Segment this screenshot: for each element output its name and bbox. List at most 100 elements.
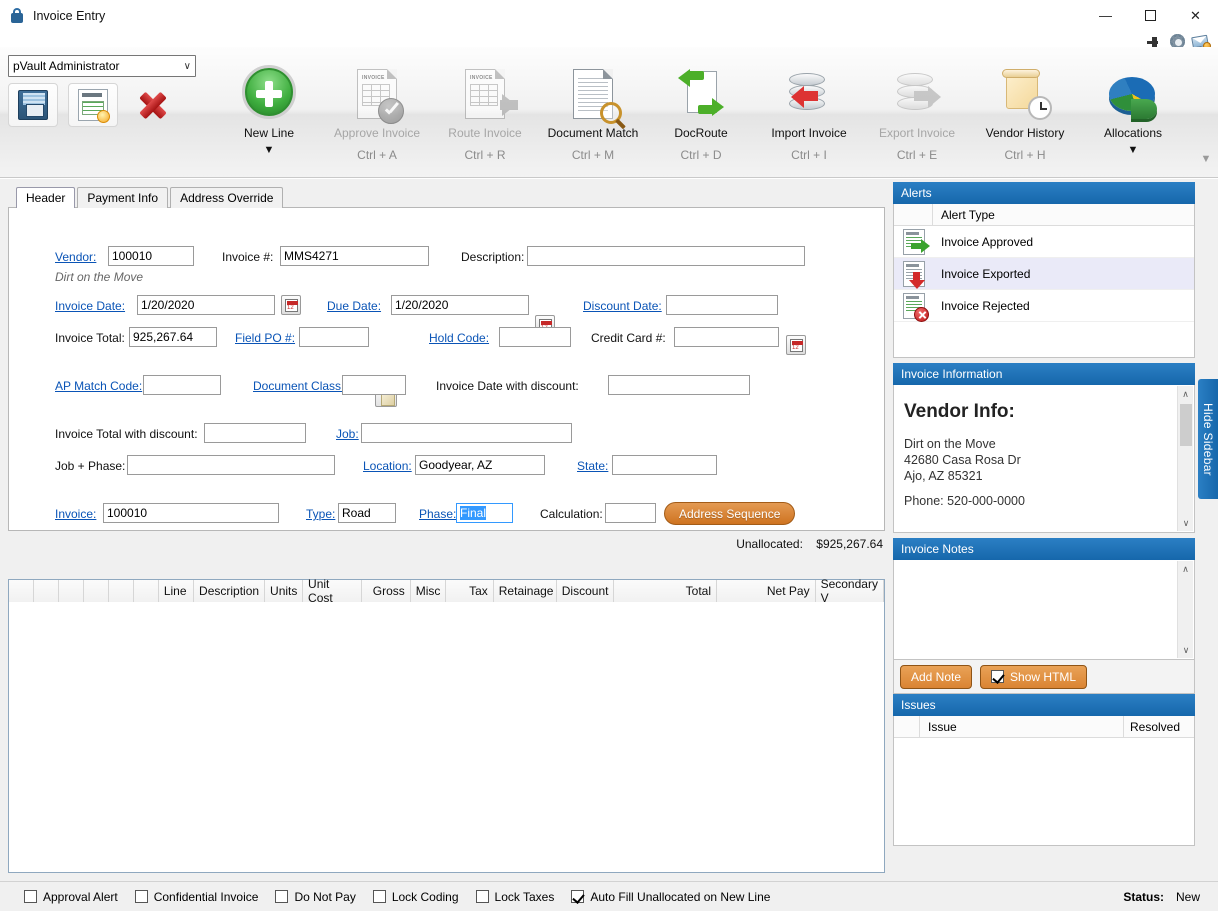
grid-column-header[interactable]: Total	[613, 580, 717, 602]
grid-column-header[interactable]: Retainage	[493, 580, 557, 602]
job-phase-input[interactable]	[127, 455, 335, 475]
status-checkbox-item[interactable]: Do Not Pay	[275, 890, 356, 904]
scroll-down-icon[interactable]: ∨	[1178, 515, 1194, 531]
document-class-input[interactable]	[342, 375, 406, 395]
grid-column-header[interactable]: Units	[265, 580, 304, 602]
discount-date-calendar-icon[interactable]	[786, 335, 806, 355]
checkbox-icon[interactable]	[571, 890, 585, 903]
calculation-input[interactable]	[605, 503, 656, 523]
invoice-date-calendar-icon[interactable]	[281, 295, 301, 315]
show-html-toggle[interactable]: Show HTML	[980, 664, 1088, 689]
checkbox-icon[interactable]	[134, 890, 148, 903]
maximize-button[interactable]	[1128, 0, 1173, 31]
invoice-date-label[interactable]: Invoice Date:	[55, 299, 125, 313]
user-select[interactable]: pVault Administrator ∨	[8, 55, 196, 77]
vendor-input[interactable]: 100010	[108, 246, 194, 266]
job-label[interactable]: Job:	[336, 427, 359, 441]
status-checkbox-item[interactable]: Lock Coding	[372, 890, 459, 904]
due-date-label[interactable]: Due Date:	[327, 299, 381, 313]
minimize-button[interactable]: —	[1083, 0, 1128, 31]
grid-column-spacer[interactable]	[33, 580, 59, 602]
hide-sidebar-button[interactable]: Hide Sidebar	[1198, 379, 1218, 499]
grid-body[interactable]	[9, 602, 884, 872]
vendor-label[interactable]: Vendor:	[55, 250, 96, 264]
ribbon-scroll[interactable]: ▼	[1197, 61, 1215, 165]
scroll-up-icon[interactable]: ∧	[1178, 561, 1193, 577]
checkbox-icon[interactable]	[475, 890, 489, 903]
status-checkbox-item[interactable]: Confidential Invoice	[134, 890, 258, 904]
location-input[interactable]: Goodyear, AZ	[415, 455, 545, 475]
due-date-input[interactable]: 1/20/2020	[391, 295, 529, 315]
grid-column-header[interactable]: Description	[194, 580, 266, 602]
hold-code-label[interactable]: Hold Code:	[429, 331, 489, 345]
grid-column-header[interactable]: Secondary V	[815, 577, 884, 605]
location-label[interactable]: Location:	[363, 459, 412, 473]
close-button[interactable]: ✕	[1173, 0, 1218, 31]
state-input[interactable]	[612, 455, 717, 475]
checkbox-icon[interactable]	[372, 890, 386, 903]
grid-column-spacer[interactable]	[133, 580, 159, 602]
tab-address-override[interactable]: Address Override	[170, 187, 284, 208]
chevron-down-icon[interactable]: ▼	[264, 144, 275, 156]
invoice-total-input[interactable]: 925,267.64	[129, 327, 217, 347]
status-checkbox-item[interactable]: Approval Alert	[24, 890, 118, 904]
description-input[interactable]	[527, 246, 805, 266]
discount-date-input[interactable]	[666, 295, 778, 315]
scroll-down-icon[interactable]: ∨	[1178, 642, 1194, 658]
hold-code-input[interactable]	[499, 327, 571, 347]
ap-match-code-input[interactable]	[143, 375, 221, 395]
add-note-button[interactable]: Add Note	[900, 664, 973, 689]
field-po-label[interactable]: Field PO #:	[235, 331, 295, 345]
field-po-input[interactable]	[299, 327, 369, 347]
alert-row-invoice-exported[interactable]: Invoice Exported	[894, 258, 1194, 290]
grid-column-header[interactable]: Unit Cost	[303, 577, 362, 605]
phase-label[interactable]: Phase:	[419, 507, 456, 521]
alert-row-invoice-rejected[interactable]: Invoice Rejected	[894, 290, 1194, 322]
ribbon-item-import-invoice[interactable]: Import Invoice Ctrl + I	[755, 51, 863, 175]
new-invoice-button[interactable]	[68, 83, 118, 127]
invoice-number-input[interactable]: MMS4271	[280, 246, 429, 266]
grid-column-spacer[interactable]	[108, 580, 134, 602]
ribbon-item-approve-invoice[interactable]: INVOICE Approve Invoice Ctrl + A	[323, 51, 431, 175]
tab-payment-info[interactable]: Payment Info	[77, 187, 169, 208]
ribbon-item-new-line[interactable]: New Line ▼	[215, 51, 323, 175]
chevron-down-icon[interactable]: ▼	[1128, 144, 1139, 156]
invoice-total-with-discount-input[interactable]	[204, 423, 306, 443]
invoice-input[interactable]: 100010	[103, 503, 279, 523]
ribbon-item-vendor-history[interactable]: Vendor History Ctrl + H	[971, 51, 1079, 175]
ribbon-item-allocations[interactable]: Allocations ▼	[1079, 51, 1187, 175]
grid-column-spacer[interactable]	[83, 580, 109, 602]
phase-input[interactable]: Final	[456, 503, 513, 523]
invoice-date-with-discount-input[interactable]	[608, 375, 750, 395]
scrollbar-thumb[interactable]	[1180, 404, 1192, 446]
scroll-up-icon[interactable]: ∧	[1178, 386, 1193, 402]
checkbox-icon[interactable]	[24, 890, 37, 903]
ribbon-item-docroute[interactable]: DocRoute Ctrl + D	[647, 51, 755, 175]
invoice-information-scrollbar[interactable]: ∧ ∨	[1177, 386, 1193, 531]
grid-column-spacer[interactable]	[58, 580, 84, 602]
alert-row-invoice-approved[interactable]: Invoice Approved	[894, 226, 1194, 258]
grid-column-spacer[interactable]	[9, 580, 34, 602]
type-input[interactable]: Road	[338, 503, 396, 523]
ribbon-scroll-down[interactable]: ▼	[1201, 153, 1212, 165]
invoice-notes-scrollbar[interactable]: ∧ ∨	[1177, 561, 1193, 658]
grid-column-header[interactable]: Misc	[410, 580, 447, 602]
address-sequence-button[interactable]: Address Sequence	[664, 502, 796, 525]
credit-card-input[interactable]	[674, 327, 779, 347]
save-button[interactable]	[8, 83, 58, 127]
checkbox-icon[interactable]	[275, 890, 289, 903]
grid-column-header[interactable]: Discount	[556, 580, 614, 602]
ribbon-item-export-invoice[interactable]: Export Invoice Ctrl + E	[863, 51, 971, 175]
discount-date-label[interactable]: Discount Date:	[583, 299, 662, 313]
ap-match-code-label[interactable]: AP Match Code:	[55, 379, 142, 393]
status-checkbox-item[interactable]: Lock Taxes	[475, 890, 554, 904]
invoice-notes-content[interactable]	[894, 560, 1194, 572]
job-input[interactable]	[361, 423, 572, 443]
grid-column-header[interactable]: Net Pay	[717, 580, 816, 602]
status-checkbox-item[interactable]: Auto Fill Unallocated on New Line	[571, 890, 770, 904]
tab-header[interactable]: Header	[16, 187, 76, 209]
type-label[interactable]: Type:	[306, 507, 335, 521]
show-html-checkbox[interactable]	[991, 670, 1005, 683]
document-class-label[interactable]: Document Class:	[253, 379, 344, 393]
ribbon-item-document-match[interactable]: Document Match Ctrl + M	[539, 51, 647, 175]
